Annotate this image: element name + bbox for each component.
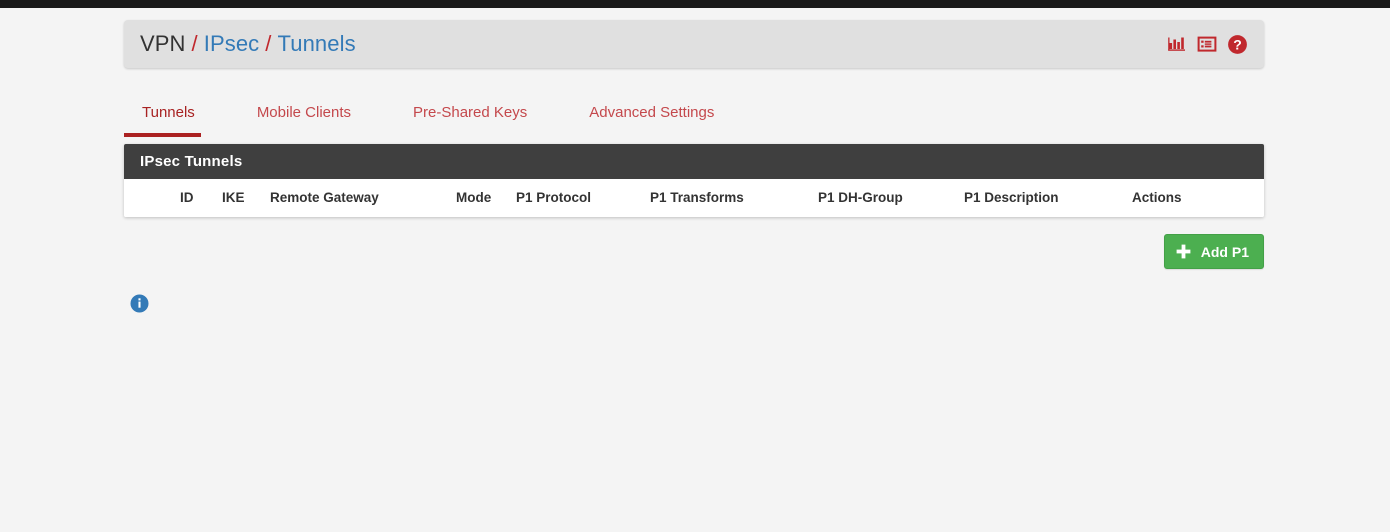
- content-container: VPN / IPsec / Tunnels ? Tunnels Mobile C…: [124, 8, 1264, 313]
- breadcrumb-item-ipsec[interactable]: IPsec: [204, 31, 260, 57]
- header-icon-group: ?: [1167, 34, 1248, 55]
- column-header-p1-dh-group[interactable]: P1 DH-Group: [812, 179, 958, 217]
- column-header-p1-description[interactable]: P1 Description: [958, 179, 1126, 217]
- breadcrumb-panel: VPN / IPsec / Tunnels ?: [124, 20, 1264, 68]
- info-row: [124, 294, 1264, 313]
- table-actions-row: Add P1: [124, 234, 1264, 269]
- top-navbar-strip: [0, 0, 1390, 8]
- breadcrumb-separator-1: /: [191, 31, 198, 56]
- column-header-p1-transforms[interactable]: P1 Transforms: [644, 179, 812, 217]
- tab-bar: Tunnels Mobile Clients Pre-Shared Keys A…: [124, 90, 1264, 137]
- info-circle-icon[interactable]: [130, 294, 149, 313]
- tab-advanced-settings[interactable]: Advanced Settings: [571, 90, 738, 134]
- panel-title: IPsec Tunnels: [124, 144, 1264, 179]
- help-icon[interactable]: ?: [1227, 34, 1248, 55]
- page-body: VPN / IPsec / Tunnels ? Tunnels Mobile C…: [0, 8, 1390, 532]
- status-chart-icon[interactable]: [1167, 34, 1187, 54]
- breadcrumb-separator-2: /: [265, 31, 272, 56]
- column-header-spacer: [124, 179, 174, 217]
- tab-tunnels[interactable]: Tunnels: [124, 90, 219, 137]
- column-header-p1-protocol[interactable]: P1 Protocol: [510, 179, 644, 217]
- column-header-ike[interactable]: IKE: [216, 179, 264, 217]
- column-header-remote-gateway[interactable]: Remote Gateway: [264, 179, 450, 217]
- tunnels-table: ID IKE Remote Gateway Mode P1 Protocol P…: [124, 179, 1264, 217]
- log-list-icon[interactable]: [1197, 34, 1217, 54]
- breadcrumb-item-tunnels[interactable]: Tunnels: [278, 31, 356, 57]
- plus-icon: [1175, 243, 1192, 260]
- breadcrumb: VPN / IPsec / Tunnels: [140, 31, 356, 57]
- tab-mobile-clients-label: Mobile Clients: [256, 103, 352, 121]
- column-header-id[interactable]: ID: [174, 179, 216, 217]
- tab-pre-shared-keys[interactable]: Pre-Shared Keys: [395, 90, 551, 134]
- column-header-mode[interactable]: Mode: [450, 179, 510, 217]
- ipsec-tunnels-panel: IPsec Tunnels ID IKE Remote Gateway Mode…: [124, 144, 1264, 217]
- tab-pre-shared-keys-label: Pre-Shared Keys: [413, 103, 528, 121]
- tunnels-table-head: ID IKE Remote Gateway Mode P1 Protocol P…: [124, 179, 1264, 217]
- tab-mobile-clients[interactable]: Mobile Clients: [239, 90, 375, 134]
- tunnels-table-header-row: ID IKE Remote Gateway Mode P1 Protocol P…: [124, 179, 1264, 217]
- column-header-actions: Actions: [1132, 190, 1182, 205]
- svg-text:?: ?: [1233, 36, 1242, 52]
- add-p1-button-label: Add P1: [1200, 243, 1249, 260]
- breadcrumb-root: VPN: [140, 31, 186, 56]
- tab-tunnels-label: Tunnels: [142, 103, 195, 121]
- add-p1-button[interactable]: Add P1: [1163, 234, 1264, 269]
- tab-advanced-settings-label: Advanced Settings: [589, 103, 715, 121]
